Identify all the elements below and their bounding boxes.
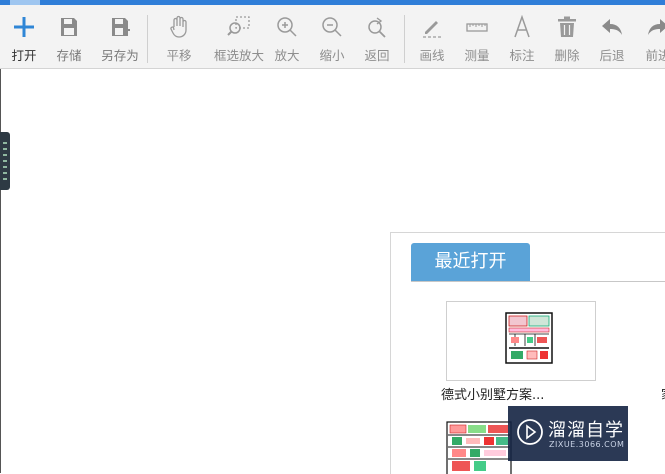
open-button[interactable]: 打开 (2, 5, 46, 68)
watermark-logo: 溜溜自学 ZIXUE.3066.COM (508, 406, 628, 461)
open-label: 打开 (11, 48, 37, 63)
trash-icon (558, 16, 576, 37)
recent-file-name[interactable]: 德式小别墅方案... (441, 384, 544, 403)
plus-icon (14, 17, 34, 37)
redo-button[interactable]: 前进 (637, 5, 665, 68)
draw-line-button[interactable]: 画线 (411, 5, 453, 68)
grip-line (3, 148, 7, 150)
pencil-icon (423, 21, 441, 38)
grip-line (3, 160, 7, 162)
pan-label: 平移 (166, 48, 192, 63)
play-circle-icon (517, 419, 543, 445)
grip-line (3, 166, 7, 168)
undo-label: 后退 (599, 48, 625, 63)
canvas-left-border (0, 69, 1, 473)
save-label: 存储 (56, 48, 82, 63)
undo-button[interactable]: 后退 (591, 5, 633, 68)
drawing-thumbnail (505, 312, 553, 364)
toolbar-separator (147, 15, 148, 63)
zoom-window-icon (227, 16, 250, 36)
pan-button[interactable]: 平移 (158, 5, 200, 68)
watermark-title: 溜溜自学 (548, 420, 624, 441)
save-button[interactable]: 存储 (48, 5, 90, 68)
recent-file-card[interactable] (446, 421, 512, 474)
zoom-out-label: 缩小 (319, 48, 345, 63)
save-as-label: 另存为 (101, 48, 139, 63)
save-as-icon (112, 18, 130, 36)
delete-label: 删除 (554, 48, 580, 63)
zoom-out-icon (322, 17, 342, 37)
save-icon (61, 18, 77, 36)
measure-label: 测量 (464, 48, 490, 63)
zoom-window-label: 框选放大 (213, 48, 264, 63)
recent-file-name[interactable]: 家 (661, 384, 665, 403)
zoom-window-button[interactable]: 框选放大 (210, 5, 268, 68)
zoom-previous-icon (368, 17, 386, 38)
zoom-in-button[interactable]: 放大 (266, 5, 308, 68)
redo-arrow-icon (648, 19, 665, 35)
save-as-button[interactable]: 另存为 (96, 5, 144, 68)
side-panel-handle[interactable] (0, 132, 10, 190)
recent-file-card[interactable] (446, 301, 596, 381)
undo-arrow-icon (602, 19, 622, 35)
text-icon (514, 15, 530, 38)
back-label: 返回 (364, 48, 390, 63)
back-button[interactable]: 返回 (356, 5, 398, 68)
toolbar: 打开 存储 另存为 平移 框选放大 放大 缩小 返回 画线 测量 标注 删除 后… (0, 5, 665, 69)
zoom-out-button[interactable]: 缩小 (311, 5, 353, 68)
toolbar-separator (404, 15, 405, 63)
watermark-subtitle: ZIXUE.3066.COM (549, 440, 625, 449)
delete-button[interactable]: 删除 (546, 5, 588, 68)
grip-line (3, 154, 7, 156)
ruler-icon (466, 23, 488, 32)
tab-underline (411, 281, 665, 282)
zoom-in-icon (277, 17, 297, 37)
annotate-label: 标注 (509, 48, 535, 63)
tab-recent[interactable]: 最近打开 (411, 243, 530, 281)
annotate-button[interactable]: 标注 (501, 5, 543, 68)
draw-line-label: 画线 (419, 48, 445, 63)
measure-button[interactable]: 测量 (456, 5, 498, 68)
grip-line (3, 172, 7, 174)
zoom-in-label: 放大 (274, 48, 300, 63)
grip-line (3, 142, 7, 144)
grip-line (3, 178, 7, 180)
redo-label: 前进 (645, 48, 665, 63)
hand-icon (170, 15, 187, 38)
drawing-thumbnail (446, 421, 512, 474)
